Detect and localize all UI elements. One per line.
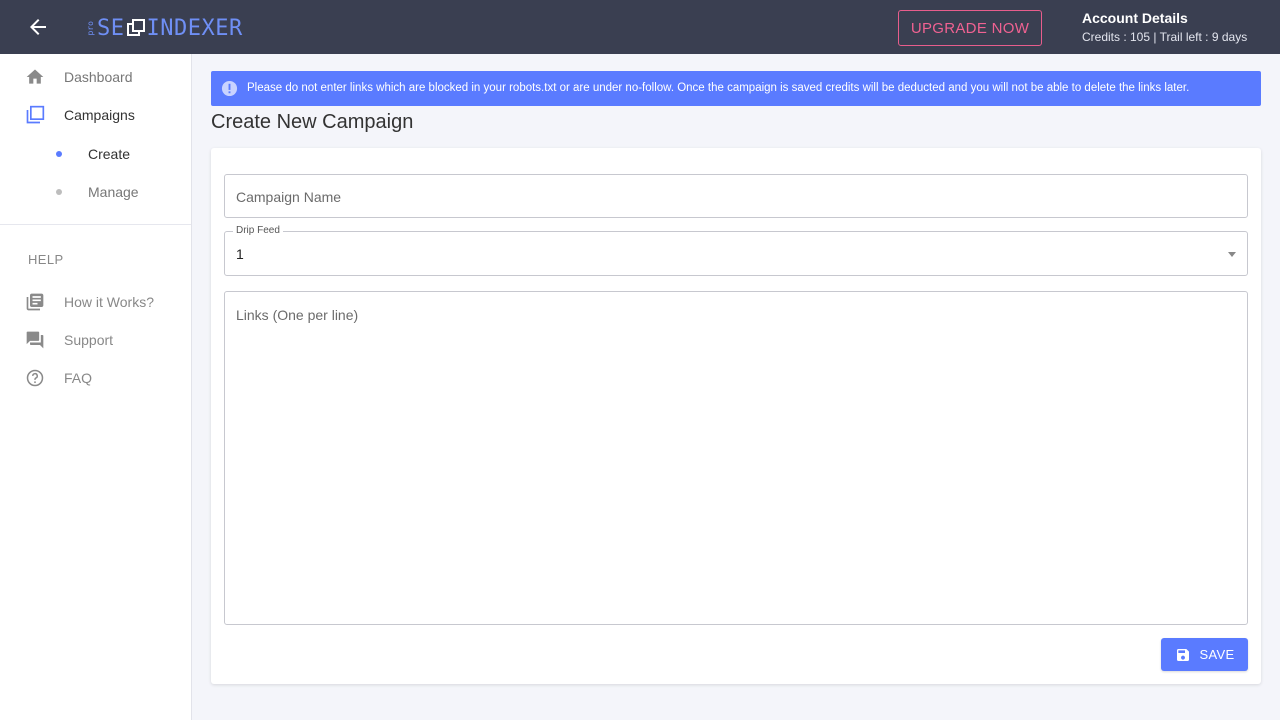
sidebar-item-label: How it Works?: [64, 294, 154, 310]
sidebar-item-dashboard[interactable]: Dashboard: [0, 58, 191, 96]
save-button[interactable]: SAVE: [1161, 638, 1248, 671]
campaign-name-input[interactable]: Campaign Name: [224, 174, 1248, 218]
account-credits: Credits : 105 | Trail left : 9 days: [1082, 30, 1248, 44]
drip-feed-label: Drip Feed: [233, 225, 283, 236]
exclamation-circle-icon: [221, 80, 238, 97]
inactive-dot-icon: [56, 189, 62, 195]
sidebar-item-label: Campaigns: [64, 107, 135, 123]
sidebar-item-label: Dashboard: [64, 69, 133, 85]
save-label: SAVE: [1199, 647, 1235, 662]
logo-text-right: INDEXER: [146, 15, 243, 41]
home-icon: [26, 69, 44, 84]
chevron-down-icon: [1228, 252, 1236, 257]
logo[interactable]: pro SE INDEXER: [86, 14, 243, 42]
sidebar-item-support[interactable]: Support: [0, 321, 191, 359]
sidebar-item-create[interactable]: Create: [0, 135, 191, 173]
links-textarea[interactable]: Links (One per line): [224, 291, 1248, 625]
campaigns-icon: [26, 105, 45, 124]
page-title: Create New Campaign: [211, 111, 414, 133]
sidebar-item-faq[interactable]: FAQ: [0, 359, 191, 397]
drip-feed-value: 1: [236, 246, 244, 262]
alert-text: Please do not enter links which are bloc…: [247, 82, 1190, 94]
campaign-form-card: Campaign Name Drip Feed 1 Links (One per…: [211, 148, 1261, 684]
logo-pro-text: pro: [86, 20, 95, 36]
save-icon: [1176, 648, 1189, 661]
sidebar-item-how-it-works[interactable]: How it Works?: [0, 283, 191, 321]
sidebar-item-label: Manage: [88, 184, 139, 200]
warning-alert: Please do not enter links which are bloc…: [211, 71, 1261, 106]
help-heading: HELP: [28, 252, 64, 267]
active-dot-icon: [56, 151, 62, 157]
campaign-name-placeholder: Campaign Name: [236, 189, 342, 205]
account-title: Account Details: [1082, 10, 1188, 26]
sidebar-divider: [0, 224, 191, 225]
forum-icon: [26, 331, 44, 349]
sidebar-item-label: Create: [88, 146, 131, 162]
links-placeholder: Links (One per line): [236, 307, 359, 323]
drip-feed-select[interactable]: Drip Feed 1: [224, 225, 1248, 276]
top-bar: pro SE INDEXER UPGRADE NOW Account Detai…: [0, 0, 1280, 54]
help-circle-icon: [26, 369, 44, 387]
sidebar-item-label: Support: [64, 332, 114, 348]
sidebar: Dashboard Campaigns Create Manage HELP H…: [0, 54, 192, 720]
logo-text-left: SE: [97, 15, 125, 41]
library-books-icon: [26, 293, 44, 311]
sidebar-item-label: FAQ: [64, 370, 93, 386]
sidebar-item-campaigns[interactable]: Campaigns: [0, 96, 191, 134]
sidebar-item-manage[interactable]: Manage: [0, 173, 191, 211]
logo-mark-icon: [126, 19, 145, 36]
account-details[interactable]: Account Details Credits : 105 | Trail le…: [1082, 10, 1247, 44]
upgrade-now-button[interactable]: UPGRADE NOW: [898, 10, 1042, 46]
back-arrow-icon[interactable]: [26, 15, 50, 39]
